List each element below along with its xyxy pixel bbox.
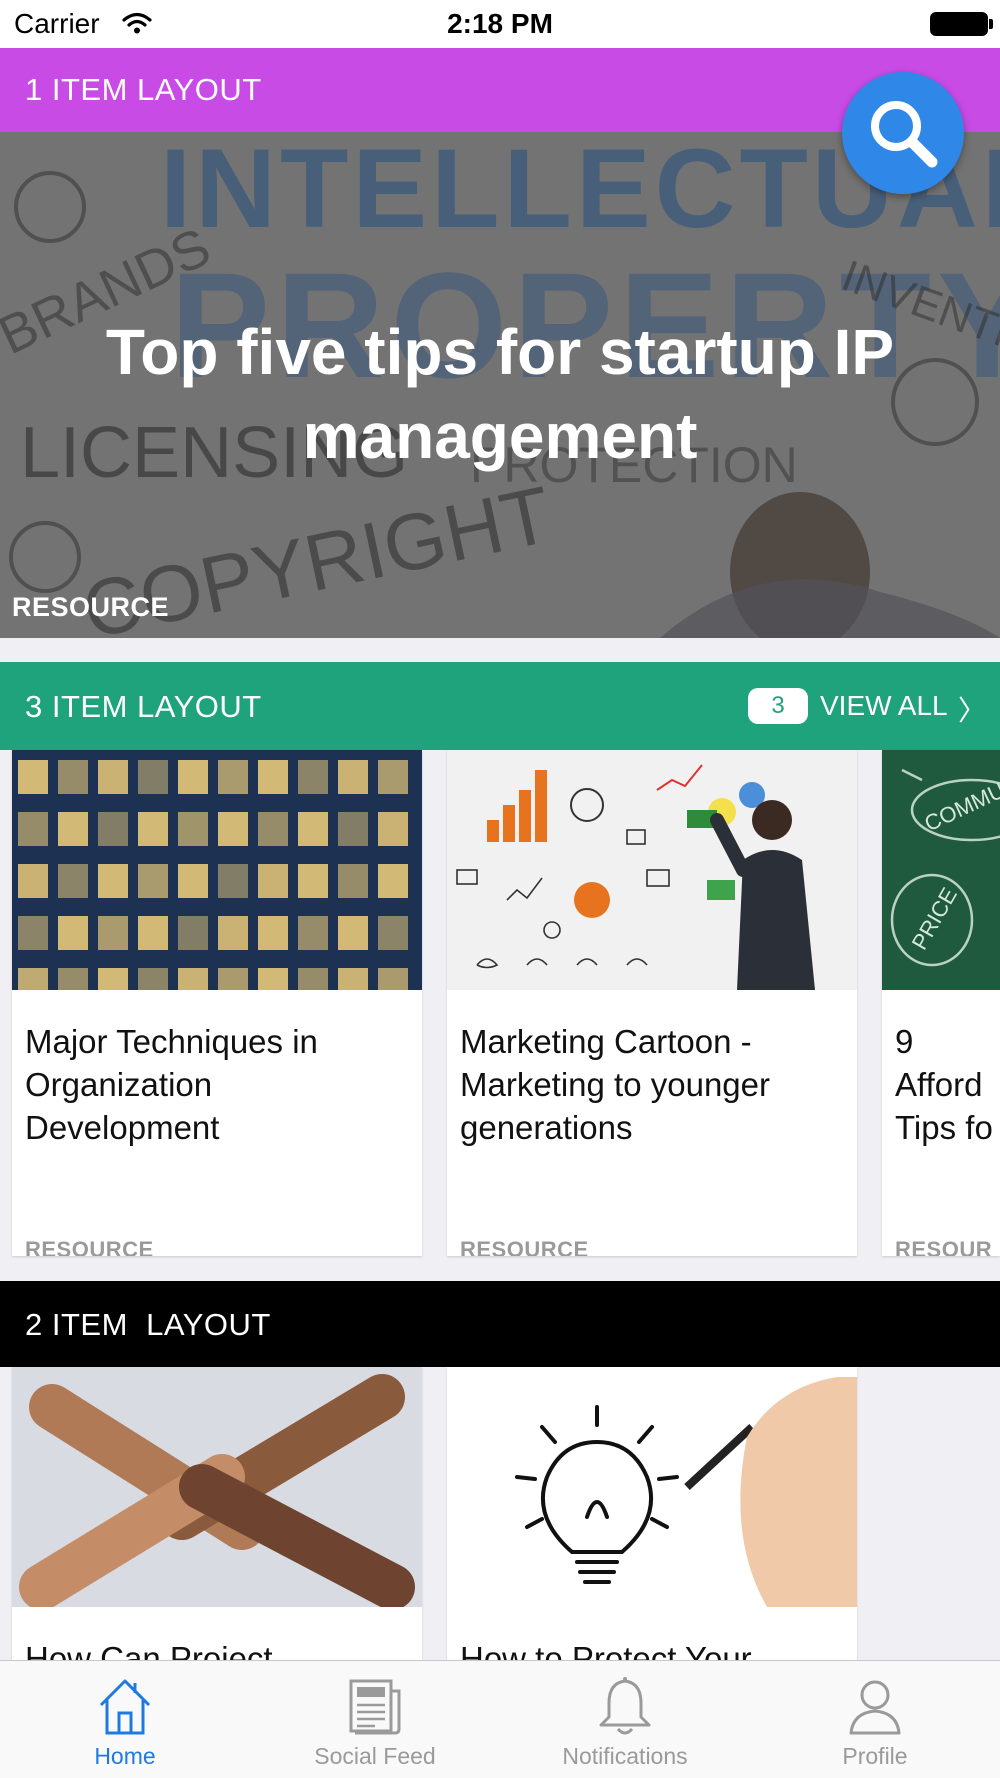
card-category-tag: RESOURCE — [25, 1237, 154, 1256]
lightbulb-sketch-image — [447, 1367, 857, 1607]
tab-notifications[interactable]: Notifications — [500, 1661, 750, 1778]
tab-label: Social Feed — [314, 1743, 436, 1769]
office-building-image — [12, 750, 422, 990]
card-title: How Can Project — [25, 1640, 273, 1660]
section-two-header: 3 ITEM LAYOUT 3 VIEW ALL 〉 — [0, 662, 1000, 750]
newspaper-icon — [349, 1679, 401, 1735]
card-title: Major Techniques in Organization Develop… — [25, 1023, 318, 1146]
card-title: 9 Afford Tips fo — [895, 1023, 993, 1146]
tab-home[interactable]: Home — [0, 1661, 250, 1778]
card-organization-development[interactable]: Major Techniques in Organization Develop… — [12, 750, 422, 1256]
marketing-whiteboard-image — [447, 750, 857, 990]
section-one-title: 1 ITEM LAYOUT — [25, 72, 262, 107]
app-screen: Carrier 2:18 PM 1 ITEM LAYOUT INTELLECTU… — [0, 0, 1000, 1778]
card-protect-your[interactable]: How to Protect Your — [447, 1367, 857, 1660]
tab-label: Profile — [842, 1743, 908, 1769]
card-title: Marketing Cartoon - Marketing to younger… — [460, 1023, 771, 1146]
count-badge: 3 — [748, 688, 808, 724]
status-bar: Carrier 2:18 PM — [0, 0, 1000, 48]
hero-card[interactable]: INTELLECTUAL PROPERTY LICENSING COPYRIGH… — [0, 132, 1000, 638]
bell-icon — [599, 1677, 651, 1735]
card-project-management[interactable]: How Can Project — [12, 1367, 422, 1660]
card-category-tag: RESOURCE — [460, 1237, 589, 1256]
clock-time: 2:18 PM — [447, 8, 553, 39]
tab-profile[interactable]: Profile — [750, 1661, 1000, 1778]
search-button[interactable] — [842, 72, 964, 194]
battery-icon — [930, 12, 993, 36]
hero-category-tag: RESOURCE — [12, 592, 170, 622]
section-three-header: 2 ITEM LAYOUT — [0, 1281, 1000, 1367]
search-icon — [871, 101, 938, 168]
home-icon — [99, 1679, 151, 1735]
section-two-title: 3 ITEM LAYOUT — [25, 689, 262, 724]
linked-hands-image — [12, 1367, 422, 1607]
tab-social-feed[interactable]: Social Feed — [250, 1661, 500, 1778]
chalkboard-image: COMMU PRICE — [882, 750, 1000, 990]
card-marketing-cartoon[interactable]: Marketing Cartoon - Marketing to younger… — [447, 750, 857, 1256]
tab-bar: Home Social Feed Notifications Profile — [0, 1660, 1000, 1778]
card-category-tag: RESOUR — [895, 1237, 993, 1256]
section-three-title: 2 ITEM LAYOUT — [25, 1307, 271, 1342]
person-icon — [849, 1680, 901, 1735]
card-title: How to Protect Your — [460, 1640, 752, 1660]
tab-label: Notifications — [562, 1743, 688, 1769]
hero-title: Top five tips for startup IP management — [105, 316, 895, 472]
view-all-button[interactable]: VIEW ALL — [820, 690, 948, 722]
tab-label: Home — [94, 1743, 156, 1769]
card-partial-third[interactable]: COMMU PRICE 9 Afford Tips fo RESOUR — [882, 750, 1000, 1256]
chevron-right-icon[interactable]: 〉 — [958, 689, 986, 729]
